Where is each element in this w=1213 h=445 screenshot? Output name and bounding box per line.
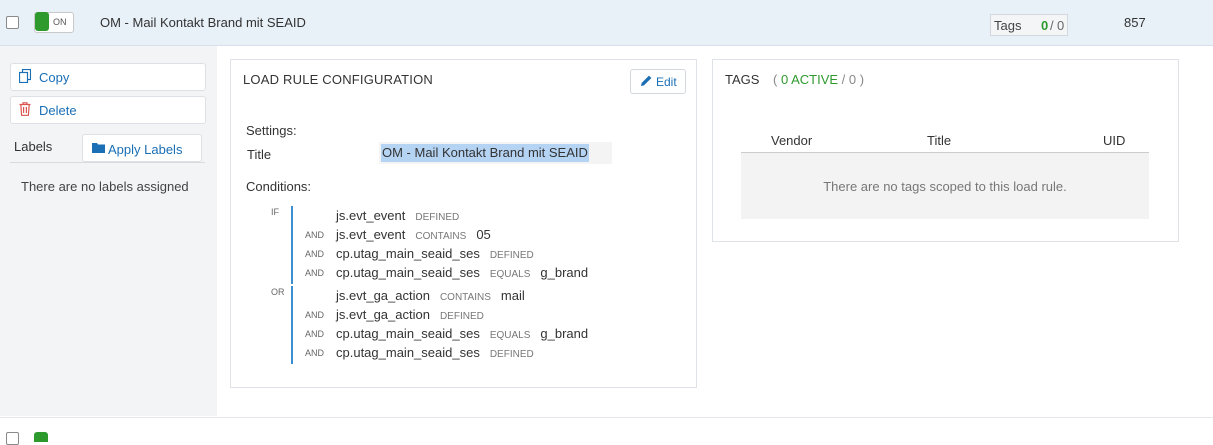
condition-operator: DEFINED	[489, 349, 534, 360]
condition-operator: DEFINED	[415, 212, 460, 223]
rule-sidebar: Copy Delete Labels Apply Labels There ar…	[0, 46, 217, 416]
condition-variable: js.evt_ga_action	[336, 307, 430, 322]
condition-conjunction: AND	[305, 310, 325, 320]
title-field-label: Title	[247, 147, 272, 162]
condition-expression: js.evt_ga_action DEFINED	[336, 307, 484, 322]
edit-button-label: Edit	[656, 75, 677, 89]
condition-expression: js.evt_event DEFINED	[336, 208, 459, 223]
condition-conjunction: AND	[305, 329, 325, 339]
edit-button[interactable]: Edit	[630, 69, 686, 94]
row-select-checkbox[interactable]	[6, 16, 19, 29]
condition-conjunction: AND	[305, 249, 325, 259]
apply-labels-button[interactable]: Apply Labels	[82, 134, 202, 162]
condition-expression: cp.utag_main_seaid_ses DEFINED	[336, 345, 534, 360]
condition-group-keyword: IF	[271, 207, 279, 217]
copy-button-label: Copy	[39, 70, 70, 85]
next-rule-row[interactable]	[0, 417, 1213, 445]
condition-expression: js.evt_ga_action CONTAINS mail	[336, 288, 525, 303]
load-rule-row-header[interactable]: ON OM - Mail Kontakt Brand mit SEAID Tag…	[0, 0, 1213, 46]
trash-icon	[19, 102, 31, 116]
delete-button[interactable]: Delete	[10, 96, 206, 124]
panel-title: LOAD RULE CONFIGURATION	[243, 72, 433, 87]
labels-divider	[10, 162, 205, 163]
toggle-label: ON	[53, 17, 67, 27]
condition-expression: cp.utag_main_seaid_ses EQUALS g_brand	[336, 265, 588, 280]
labels-heading: Labels	[14, 139, 53, 154]
column-header-vendor[interactable]: Vendor	[771, 133, 812, 148]
empty-tags-message: There are no tags scoped to this load ru…	[823, 179, 1067, 194]
copy-icon	[19, 69, 31, 83]
condition-value: g_brand	[540, 265, 589, 280]
condition-operator: DEFINED	[439, 311, 484, 322]
tags-stat-open-paren: (	[773, 72, 778, 87]
conditions-heading: Conditions:	[246, 179, 312, 194]
title-field-value[interactable]: OM - Mail Kontakt Brand mit SEAID	[379, 142, 612, 164]
next-row-checkbox[interactable]	[6, 432, 19, 445]
column-header-uid[interactable]: UID	[1103, 133, 1125, 148]
condition-value: mail	[500, 288, 525, 303]
condition-value: 05	[476, 227, 491, 242]
tags-count-separator: /	[1050, 18, 1054, 33]
condition-variable: cp.utag_main_seaid_ses	[336, 246, 480, 261]
condition-expression: cp.utag_main_seaid_ses EQUALS g_brand	[336, 326, 588, 341]
no-labels-message: There are no labels assigned	[21, 179, 189, 194]
condition-conjunction: AND	[305, 348, 325, 358]
condition-group-bar	[291, 286, 293, 364]
condition-group-keyword: OR	[271, 287, 285, 297]
title-selected-text: OM - Mail Kontakt Brand mit SEAID	[381, 144, 589, 162]
toggle-knob	[35, 12, 49, 31]
pencil-icon	[641, 75, 652, 86]
condition-variable: cp.utag_main_seaid_ses	[336, 345, 480, 360]
condition-conjunction: AND	[305, 230, 325, 240]
condition-variable: js.evt_event	[336, 227, 406, 242]
condition-variable: cp.utag_main_seaid_ses	[336, 265, 480, 280]
load-rule-configuration-panel: LOAD RULE CONFIGURATION Edit Settings: T…	[230, 59, 697, 388]
tags-active-summary: 0 ACTIVE	[780, 72, 839, 87]
condition-value: g_brand	[540, 326, 589, 341]
tags-active-count: 0	[1041, 18, 1049, 33]
condition-variable: cp.utag_main_seaid_ses	[336, 326, 480, 341]
apply-labels-label: Apply Labels	[108, 142, 183, 157]
rule-name[interactable]: OM - Mail Kontakt Brand mit SEAID	[100, 15, 306, 30]
tags-panel-title: TAGS	[725, 72, 760, 87]
delete-button-label: Delete	[39, 103, 77, 118]
settings-heading: Settings:	[246, 123, 297, 138]
condition-expression: js.evt_event CONTAINS 05	[336, 227, 491, 242]
copy-button[interactable]: Copy	[10, 63, 206, 91]
rule-status-toggle[interactable]: ON	[34, 12, 74, 33]
condition-operator: DEFINED	[489, 250, 534, 261]
tags-panel: TAGS ( 0 ACTIVE / 0 ) Vendor Title UID T…	[712, 59, 1179, 242]
tags-total-count: 0	[1057, 18, 1065, 33]
condition-group-bar	[291, 206, 293, 284]
column-header-title[interactable]: Title	[927, 133, 951, 148]
condition-operator: EQUALS	[489, 330, 531, 341]
condition-operator: CONTAINS	[415, 231, 467, 242]
next-row-toggle[interactable]	[34, 432, 48, 442]
condition-operator: CONTAINS	[439, 292, 491, 303]
condition-conjunction: AND	[305, 268, 325, 278]
condition-variable: js.evt_ga_action	[336, 288, 430, 303]
folder-icon	[92, 143, 105, 153]
condition-expression: cp.utag_main_seaid_ses DEFINED	[336, 246, 534, 261]
tags-count-badge: Tags 0 / 0	[990, 14, 1068, 36]
tags-count-label: Tags	[994, 18, 1022, 33]
tags-table-empty: There are no tags scoped to this load ru…	[741, 153, 1149, 219]
tags-panel-stats: ( 0 ACTIVE / 0 )	[773, 72, 864, 87]
rule-id: 857	[1124, 15, 1146, 30]
condition-operator: EQUALS	[489, 269, 531, 280]
condition-variable: js.evt_event	[336, 208, 406, 223]
tags-total-summary: / 0 )	[841, 72, 865, 87]
